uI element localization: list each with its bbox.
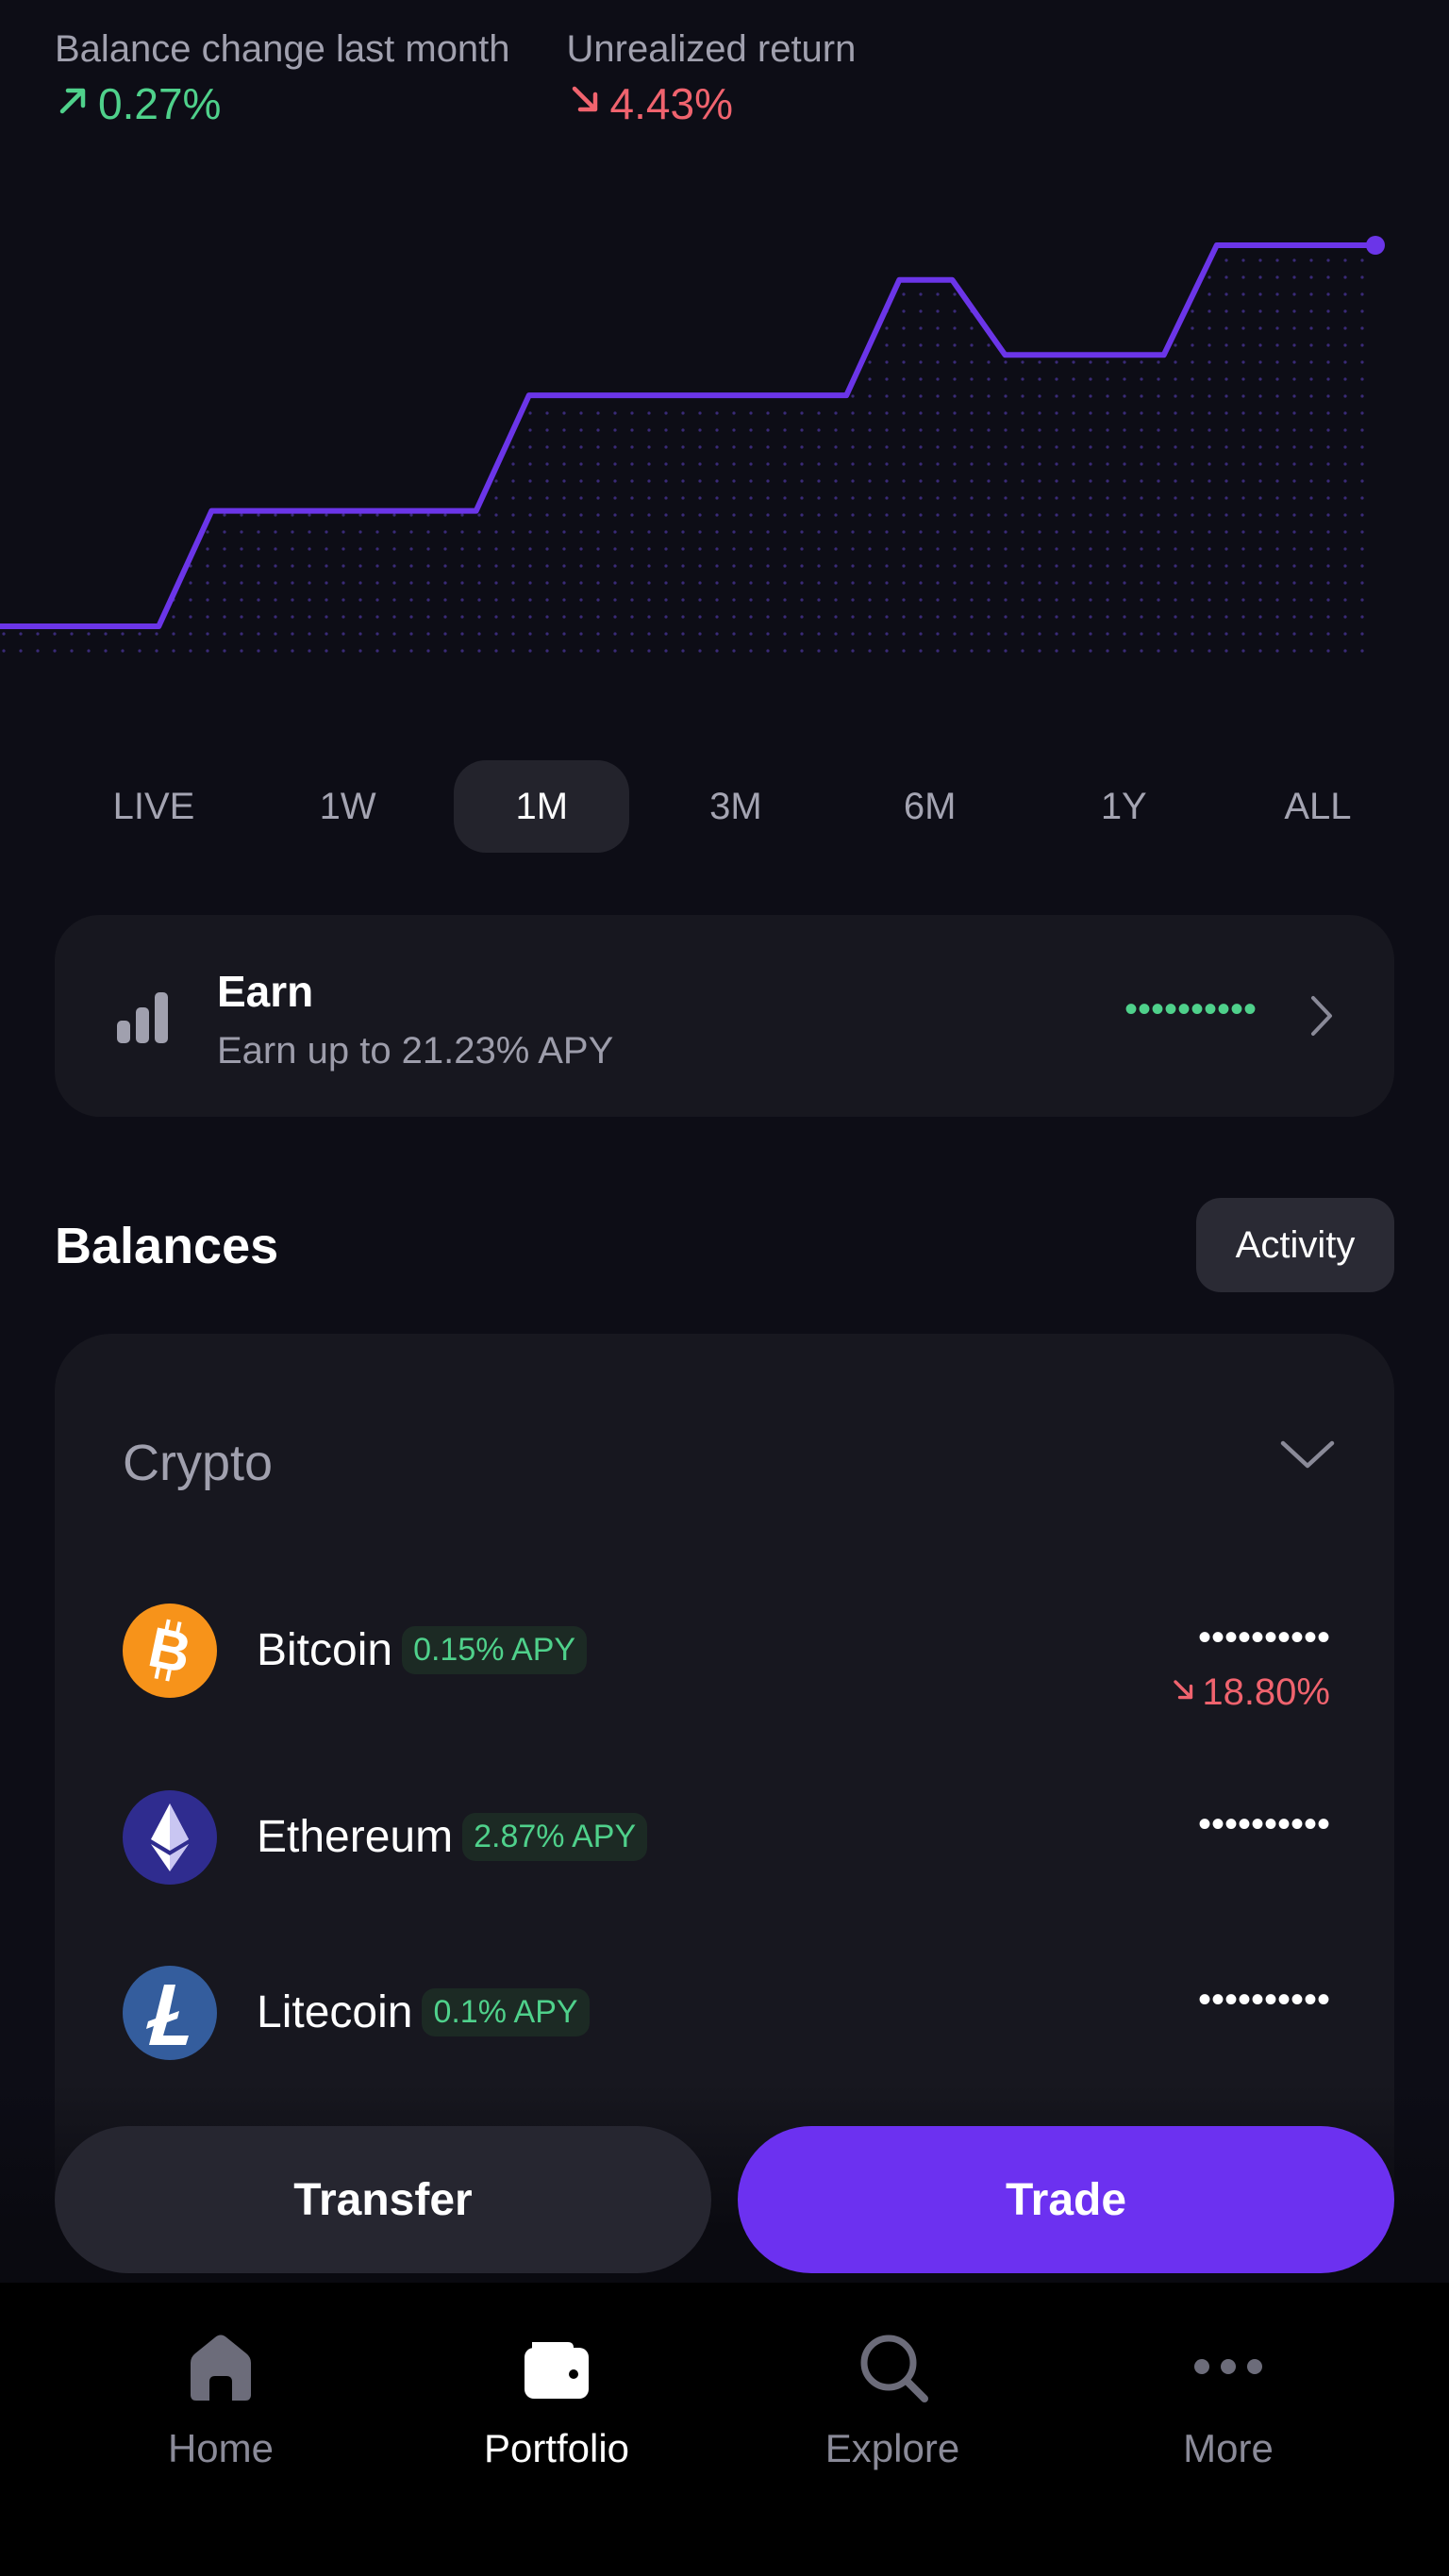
tab-more[interactable]: More bbox=[1106, 2324, 1351, 2513]
range-tab-1w[interactable]: 1W bbox=[260, 760, 436, 853]
tab-label: Portfolio bbox=[483, 2426, 630, 2470]
apy-badge: 0.15% APY bbox=[402, 1626, 588, 1674]
range-tab-1y[interactable]: 1Y bbox=[1036, 760, 1211, 853]
balance-change-value: 0.27% bbox=[55, 78, 510, 129]
unrealized-return-percent: 4.43% bbox=[609, 79, 733, 128]
tab-label: Explore bbox=[824, 2426, 960, 2470]
tab-bar: Home Portfolio Explore More bbox=[0, 2283, 1449, 2576]
balance-change-label: Balance change last month bbox=[55, 28, 510, 70]
asset-hidden-value: •••••••••• bbox=[1197, 1617, 1330, 1658]
bar-chart-icon bbox=[115, 989, 172, 1050]
range-tab-3m[interactable]: 3M bbox=[648, 760, 824, 853]
asset-hidden-value: •••••••••• bbox=[1197, 1979, 1330, 2020]
bitcoin-icon: B bbox=[123, 1604, 217, 1698]
range-tab-1m[interactable]: 1M bbox=[454, 760, 630, 853]
asset-name: Ethereum bbox=[257, 1812, 454, 1862]
balances-title: Balances bbox=[55, 1218, 279, 1274]
arrow-down-right-icon bbox=[567, 78, 605, 129]
tab-portfolio[interactable]: Portfolio bbox=[434, 2324, 679, 2513]
home-icon bbox=[183, 2324, 258, 2409]
asset-hidden-value: •••••••••• bbox=[1197, 1803, 1330, 1845]
earn-subtitle: Earn up to 21.23% APY bbox=[217, 1030, 614, 1072]
more-icon bbox=[1191, 2324, 1266, 2409]
tab-explore[interactable]: Explore bbox=[770, 2324, 1015, 2513]
tab-label: More bbox=[1183, 2426, 1274, 2470]
crypto-section-title: Crypto bbox=[123, 1435, 274, 1491]
range-tab-all[interactable]: ALL bbox=[1230, 760, 1406, 853]
tab-label: Home bbox=[167, 2426, 275, 2470]
arrow-up-right-icon bbox=[55, 78, 92, 129]
arrow-down-right-icon bbox=[1170, 1671, 1198, 1714]
activity-button[interactable]: Activity bbox=[1196, 1198, 1394, 1292]
unrealized-return-stat: Unrealized return 4.43% bbox=[567, 28, 857, 129]
unrealized-return-label: Unrealized return bbox=[566, 28, 857, 70]
earn-hidden-value: •••••••••• bbox=[1124, 989, 1257, 1030]
range-tab-live[interactable]: LIVE bbox=[66, 760, 242, 853]
time-range-selector: LIVE 1W 1M 3M 6M 1Y ALL bbox=[66, 760, 1406, 853]
earn-title: Earn bbox=[217, 967, 314, 1016]
balance-change-stat: Balance change last month 0.27% bbox=[55, 28, 510, 129]
unrealized-return-value: 4.43% bbox=[567, 78, 857, 129]
asset-name-group: Litecoin 0.1% APY bbox=[257, 1986, 590, 2038]
asset-row-ethereum[interactable]: Ethereum 2.87% APY •••••••••• bbox=[123, 1790, 1330, 1885]
asset-row-bitcoin[interactable]: B Bitcoin 0.15% APY •••••••••• 18.80% bbox=[123, 1604, 1330, 1713]
asset-name-group: Ethereum 2.87% APY bbox=[257, 1811, 648, 1863]
earn-card[interactable]: Earn Earn up to 21.23% APY •••••••••• bbox=[55, 915, 1394, 1117]
balance-chart[interactable] bbox=[0, 189, 1449, 679]
asset-name-group: Bitcoin 0.15% APY bbox=[257, 1624, 588, 1676]
chevron-down-icon[interactable] bbox=[1279, 1438, 1336, 1476]
search-icon bbox=[855, 2324, 930, 2409]
transfer-button[interactable]: Transfer bbox=[55, 2126, 711, 2273]
range-tab-6m[interactable]: 6M bbox=[842, 760, 1018, 853]
tab-home[interactable]: Home bbox=[98, 2324, 343, 2513]
asset-name: Bitcoin bbox=[257, 1625, 393, 1675]
asset-change: 18.80% bbox=[1170, 1671, 1330, 1714]
balance-change-percent: 0.27% bbox=[98, 79, 222, 128]
asset-row-litecoin[interactable]: Litecoin 0.1% APY •••••••••• bbox=[123, 1966, 1330, 2060]
asset-name: Litecoin bbox=[257, 1987, 413, 2037]
ethereum-icon bbox=[123, 1790, 217, 1885]
apy-badge: 2.87% APY bbox=[462, 1813, 648, 1861]
asset-change-percent: 18.80% bbox=[1202, 1671, 1330, 1713]
apy-badge: 0.1% APY bbox=[422, 1988, 590, 2036]
trade-button[interactable]: Trade bbox=[738, 2126, 1394, 2273]
chevron-right-icon bbox=[1307, 994, 1336, 1042]
chart-area-fill bbox=[0, 245, 1375, 660]
chart-endpoint-marker bbox=[1366, 236, 1385, 255]
litecoin-icon bbox=[123, 1966, 217, 2060]
stats-header: Balance change last month 0.27% Unrealiz… bbox=[55, 28, 856, 129]
wallet-icon bbox=[519, 2324, 594, 2409]
